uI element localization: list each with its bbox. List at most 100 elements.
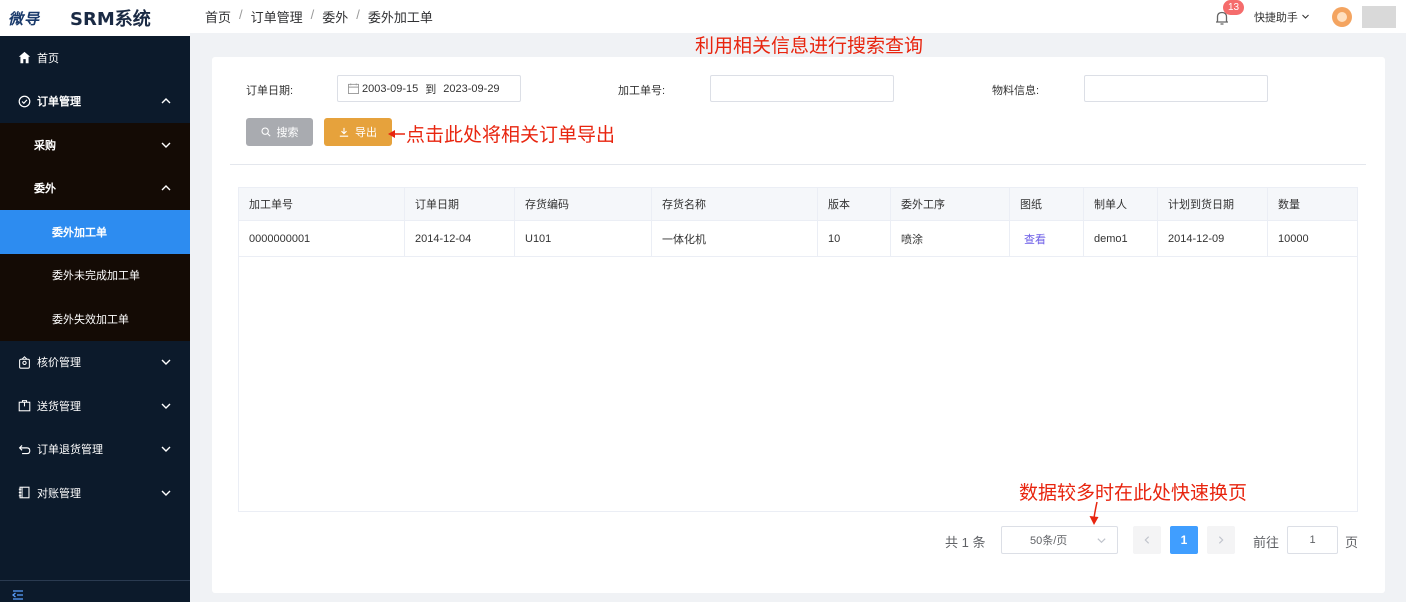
sidebar-item-label: 委外未完成加工单 — [52, 270, 140, 283]
goto-label: 前往 — [1253, 535, 1280, 550]
sidebar-item-label: 送货管理 — [37, 400, 81, 413]
process-no-label: 加工单号: — [618, 85, 666, 97]
breadcrumb-outsourcing[interactable]: 委外 — [322, 7, 348, 26]
breadcrumb-separator: / — [356, 7, 360, 22]
cell-creator: demo1 — [1084, 221, 1158, 256]
column-header[interactable]: 版本 — [818, 188, 891, 220]
sidebar-item-label: 采购 — [34, 139, 56, 152]
home-icon — [17, 51, 31, 65]
order-submenu: 采购 委外 委外加工单 委外未完成加工单 委外失效加工单 — [0, 123, 190, 341]
order-date-label: 订单日期: — [246, 85, 294, 97]
sidebar-item-order-management[interactable]: 订单管理 — [0, 80, 190, 124]
sidebar-item-delivery[interactable]: 送货管理 — [0, 384, 190, 428]
sidebar-item-home[interactable]: 首页 — [0, 36, 190, 80]
brand-system-name: SRM系统 — [70, 9, 151, 30]
ledger-icon — [17, 486, 31, 500]
data-table: 加工单号 订单日期 存货编码 存货名称 版本 委外工序 图纸 制单人 计划到货日… — [238, 187, 1358, 512]
prev-page-button[interactable] — [1133, 526, 1161, 554]
notification-button[interactable]: 13 — [1214, 0, 1245, 26]
breadcrumb-order-management[interactable]: 订单管理 — [251, 7, 303, 26]
breadcrumb-home[interactable]: 首页 — [205, 7, 231, 26]
sidebar-item-label: 订单退货管理 — [37, 444, 103, 457]
table-header: 加工单号 订单日期 存货编码 存货名称 版本 委外工序 图纸 制单人 计划到货日… — [239, 188, 1357, 221]
chevron-down-icon — [161, 359, 171, 366]
sidebar-item-outsourcing[interactable]: 委外 — [0, 167, 190, 211]
sidebar-item-label: 核价管理 — [37, 357, 81, 370]
view-drawing-link[interactable]: 查看 — [1024, 231, 1046, 247]
annotation-export-hint: 点击此处将相关订单导出 — [406, 125, 616, 146]
page-size-select[interactable]: 50条/页 — [1001, 526, 1118, 554]
check-circle-icon — [17, 94, 31, 108]
column-header[interactable]: 订单日期 — [405, 188, 515, 220]
annotation-export: 点击此处将相关订单导出 — [388, 120, 615, 147]
column-header[interactable]: 数量 — [1268, 188, 1357, 220]
date-start-value: 2003-09-15 — [362, 82, 419, 95]
next-page-button[interactable] — [1207, 526, 1235, 554]
chevron-down-icon — [1097, 538, 1106, 544]
cell-planned-arrival: 2014-12-09 — [1158, 221, 1268, 256]
calendar-icon — [348, 83, 359, 94]
column-header[interactable]: 图纸 — [1010, 188, 1084, 220]
arrow-down-icon — [1089, 501, 1099, 525]
order-date-range-picker[interactable]: 2003-09-15 到 2023-09-29 — [337, 75, 521, 102]
quick-helper-label: 快捷助手 — [1253, 11, 1298, 24]
sidebar-item-outsourcing-incomplete[interactable]: 委外未完成加工单 — [0, 254, 190, 298]
chevron-down-icon — [161, 403, 171, 409]
cell-inventory-code: U101 — [515, 221, 652, 256]
chevron-down-icon — [161, 446, 171, 453]
logo-bar: 微导 SRM系统 — [0, 0, 190, 36]
page-size-value: 50条/页 — [1030, 535, 1068, 547]
table-row[interactable]: 0000000001 2014-12-04 U101 一体化机 10 喷涂 查看… — [239, 221, 1357, 257]
arrow-left-icon — [388, 129, 405, 138]
pagination-total: 共 1 条 — [945, 535, 986, 550]
cell-process: 喷涂 — [891, 221, 1010, 256]
material-input[interactable] — [1084, 75, 1268, 102]
top-header: 首页 / 订单管理 / 委外 / 委外加工单 13 快捷助手 — [190, 0, 1406, 33]
material-label: 物料信息: — [992, 85, 1040, 97]
process-no-input[interactable] — [710, 75, 894, 102]
sidebar-item-outsourcing-orders[interactable]: 委外加工单 — [0, 210, 190, 254]
page-number-1[interactable]: 1 — [1170, 526, 1198, 554]
sidebar-item-returns[interactable]: 订单退货管理 — [0, 428, 190, 472]
chevron-up-icon — [161, 185, 171, 191]
filter-divider — [230, 164, 1366, 165]
column-header[interactable]: 存货编码 — [515, 188, 652, 220]
quick-helper-dropdown[interactable]: 快捷助手 — [1254, 9, 1310, 25]
price-tag-icon — [17, 355, 31, 369]
date-end-value: 2023-09-29 — [443, 82, 500, 95]
column-header[interactable]: 存货名称 — [652, 188, 818, 220]
page-unit-label: 页 — [1345, 535, 1359, 550]
cell-order-date: 2014-12-04 — [405, 221, 515, 256]
annotation-pager-hint: 数据较多时在此处快速换页 — [1019, 483, 1248, 504]
breadcrumb: 首页 / 订单管理 / 委外 / 委外加工单 — [205, 7, 433, 26]
cell-process-no: 0000000001 — [239, 221, 405, 256]
export-button[interactable]: 导出 — [324, 118, 392, 146]
collapse-menu-icon[interactable] — [12, 589, 24, 601]
sidebar-item-label: 委外加工单 — [52, 226, 107, 239]
cell-version: 10 — [818, 221, 891, 256]
package-icon — [17, 399, 31, 413]
column-header[interactable]: 加工单号 — [239, 188, 405, 220]
chevron-right-icon — [1218, 536, 1224, 544]
sidebar-item-label: 订单管理 — [37, 96, 81, 109]
search-button[interactable]: 搜索 — [246, 118, 313, 146]
goto-page-input[interactable]: 1 — [1287, 526, 1338, 554]
sidebar-item-reconciliation[interactable]: 对账管理 — [0, 471, 190, 515]
user-name-placeholder[interactable] — [1362, 5, 1396, 28]
user-avatar[interactable] — [1332, 6, 1352, 27]
download-icon — [339, 127, 349, 137]
sidebar-item-purchase[interactable]: 采购 — [0, 123, 190, 167]
sidebar-footer — [0, 580, 190, 602]
chevron-down-icon — [1302, 14, 1309, 19]
chevron-left-icon — [1144, 536, 1150, 544]
column-header[interactable]: 制单人 — [1084, 188, 1158, 220]
sidebar-item-outsourcing-expired[interactable]: 委外失效加工单 — [0, 297, 190, 341]
sidebar: 微导 SRM系统 首页 订单管理 采购 委外 委外加工单 委外未完成加工单 委外… — [0, 0, 190, 602]
column-header[interactable]: 委外工序 — [891, 188, 1010, 220]
chevron-down-icon — [161, 490, 171, 496]
sidebar-item-pricing[interactable]: 核价管理 — [0, 341, 190, 385]
column-header[interactable]: 计划到货日期 — [1158, 188, 1268, 220]
cell-drawing: 查看 — [1010, 221, 1084, 256]
return-icon — [17, 442, 31, 456]
chevron-up-icon — [161, 98, 171, 104]
